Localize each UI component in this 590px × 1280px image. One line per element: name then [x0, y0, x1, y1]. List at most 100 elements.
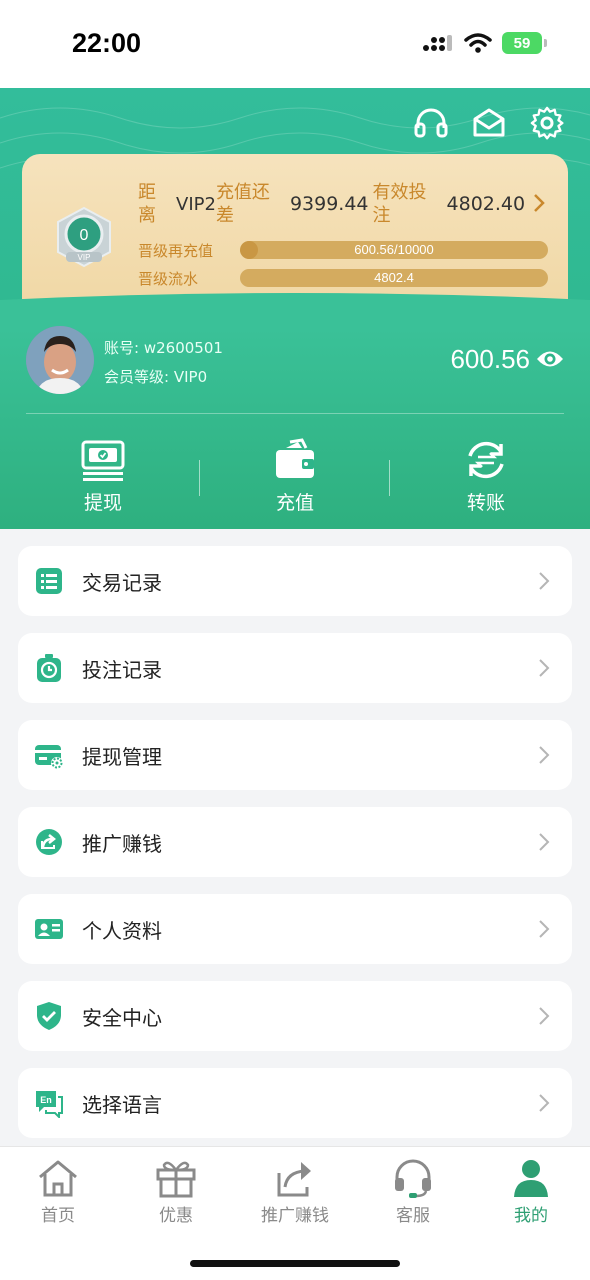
tab-referral[interactable]: 推广赚钱 [240, 1157, 350, 1226]
id-card-icon [35, 919, 63, 939]
home-indicator [190, 1260, 400, 1267]
menu-label: 安全中心 [82, 1005, 162, 1030]
recharge-button[interactable]: 充值 [235, 438, 355, 515]
account-header: 0 VIP 距离 VIP2 充值还差 9399.44 有效投注 4802.4 0 … [0, 88, 590, 529]
timer-icon [37, 654, 61, 682]
vip-badge-icon: 0 VIP [57, 206, 111, 268]
tab-home[interactable]: 首页 [3, 1157, 113, 1226]
user-icon [514, 1160, 548, 1197]
menu-label: 个人资料 [82, 918, 162, 943]
chevron-right-icon[interactable] [532, 192, 546, 214]
header-curve [0, 293, 590, 332]
menu-item-profile[interactable]: 个人资料 [18, 894, 572, 964]
account-value: w2600501 [143, 339, 223, 357]
distance-label: 距离 [138, 182, 156, 226]
svg-text:En: En [40, 1095, 52, 1105]
member-level-label: 会员等级: [104, 368, 170, 386]
withdraw-button[interactable]: 提现 [43, 438, 163, 515]
tab-label: 优惠 [159, 1206, 193, 1226]
valid-bet-value: 4802.40 [446, 193, 526, 215]
action-separator [199, 460, 200, 496]
recharge-progress-text: 600.56/10000 [354, 242, 434, 257]
header-divider [26, 413, 564, 414]
menu-label: 选择语言 [82, 1092, 162, 1117]
recharge-progress-label: 晋级再充值 [138, 241, 214, 260]
menu-item-transactions[interactable]: 交易记录 [18, 546, 572, 616]
recharge-progress-row: 晋级再充值 600.56/10000 [138, 240, 548, 260]
vip-badge-text: VIP [78, 253, 91, 262]
tab-label: 客服 [396, 1206, 430, 1226]
eye-icon[interactable] [536, 348, 564, 370]
headset-icon[interactable] [414, 106, 448, 140]
tab-label: 我的 [514, 1206, 548, 1226]
avatar-image [26, 326, 94, 394]
share-icon [277, 1162, 311, 1197]
list-icon [36, 568, 62, 594]
shield-icon [37, 1002, 61, 1030]
menu-item-security[interactable]: 安全中心 [18, 981, 572, 1051]
withdraw-label: 提现 [83, 492, 122, 514]
chevron-right-icon [539, 833, 550, 851]
transfer-icon [468, 441, 504, 479]
mail-icon[interactable] [472, 106, 506, 140]
language-icon: En [36, 1091, 63, 1118]
withdraw-icon [81, 440, 125, 481]
status-icons: 59 [422, 32, 547, 54]
card-settings-icon [35, 745, 63, 769]
menu-item-promotion[interactable]: 推广赚钱 [18, 807, 572, 877]
gear-icon[interactable] [530, 106, 564, 140]
status-bar: 22:00 59 [0, 0, 590, 88]
account-label: 账号: [104, 339, 140, 357]
menu-label: 投注记录 [82, 657, 162, 682]
member-level-line: 会员等级: VIP0 [104, 366, 207, 387]
home-icon [39, 1160, 77, 1197]
vip-badge-level: 0 [80, 227, 89, 244]
recharge-progress-bar: 600.56/10000 [240, 241, 548, 259]
chevron-right-icon [539, 920, 550, 938]
vip-target-row: 距离 VIP2 充值还差 9399.44 有效投注 4802.40 [138, 178, 554, 230]
wallet-icon [276, 438, 314, 478]
menu-item-bet-records[interactable]: 投注记录 [18, 633, 572, 703]
signal-icon [423, 35, 452, 51]
menu-item-language[interactable]: En 选择语言 [18, 1068, 572, 1138]
turnover-progress-label: 晋级流水 [138, 269, 199, 288]
share-icon [36, 829, 62, 855]
tab-mine[interactable]: 我的 [476, 1157, 586, 1226]
chevron-right-icon [539, 659, 550, 677]
turnover-progress-row: 晋级流水 4802.4 [138, 268, 548, 288]
target-level: VIP2 [176, 193, 216, 215]
chevron-right-icon [539, 572, 550, 590]
vip-progress-card[interactable]: 0 VIP 距离 VIP2 充值还差 9399.44 有效投注 4802.4 0 … [22, 154, 568, 314]
avatar[interactable] [26, 326, 94, 394]
valid-bet-label: 有效投注 [372, 182, 427, 226]
turnover-progress-bar: 4802.4 [240, 269, 548, 287]
battery-indicator: 59 [502, 32, 547, 54]
action-separator [389, 460, 390, 496]
recharge-remaining-label: 充值还差 [215, 182, 270, 226]
menu-label: 提现管理 [82, 744, 162, 769]
member-level-value: VIP0 [173, 368, 208, 386]
menu-item-withdraw-management[interactable]: 提现管理 [18, 720, 572, 790]
transfer-button[interactable]: 转账 [426, 438, 546, 515]
chevron-right-icon [539, 1007, 550, 1025]
tab-support[interactable]: 客服 [358, 1157, 468, 1226]
turnover-progress-text: 4802.4 [374, 270, 414, 285]
status-time: 22:00 [72, 28, 142, 58]
headset-icon [395, 1159, 431, 1198]
chevron-right-icon [539, 746, 550, 764]
account-line: 账号: w2600501 [104, 337, 223, 358]
wifi-icon [464, 33, 492, 53]
header-icon-group [414, 106, 564, 140]
battery-level: 59 [513, 34, 531, 52]
chevron-right-icon [539, 1094, 550, 1112]
tab-label: 首页 [41, 1206, 75, 1226]
menu-label: 推广赚钱 [82, 831, 162, 856]
balance-amount: 600.56 [450, 344, 530, 374]
gift-icon [156, 1161, 196, 1198]
tab-label: 推广赚钱 [261, 1206, 329, 1226]
recharge-remaining-value: 9399.44 [289, 193, 369, 215]
quick-actions: 提现 充值 转账 [0, 438, 590, 518]
recharge-label: 充值 [275, 492, 314, 514]
transfer-label: 转账 [466, 492, 505, 514]
tab-promotions[interactable]: 优惠 [121, 1157, 231, 1226]
